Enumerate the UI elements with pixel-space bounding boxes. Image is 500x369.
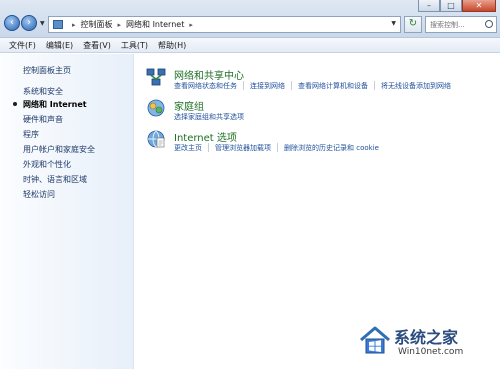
task-row-internet-options: 更改主页 管理浏览器加载项 删除浏览的历史记录和 cookie bbox=[174, 143, 379, 153]
control-panel-icon bbox=[53, 20, 63, 29]
sidebar-item-user-accounts[interactable]: 用户帐户和家庭安全 bbox=[23, 144, 95, 155]
refresh-button[interactable]: ↻ bbox=[404, 16, 422, 33]
minimize-button[interactable]: – bbox=[418, 0, 440, 12]
menu-edit[interactable]: 编辑(E) bbox=[41, 38, 78, 52]
task-choose-homegroup-options[interactable]: 选择家庭组和共享选项 bbox=[174, 112, 244, 122]
search-icon[interactable] bbox=[485, 20, 493, 28]
watermark-title: 系统之家 bbox=[394, 328, 459, 347]
task-view-network-computers[interactable]: 查看网络计算机和设备 bbox=[298, 81, 368, 91]
sidebar-item-programs[interactable]: 程序 bbox=[23, 129, 39, 140]
breadcrumb-separator-icon[interactable]: ▸ bbox=[118, 21, 122, 29]
menu-bar: 文件(F) 编辑(E) 查看(V) 工具(T) 帮助(H) bbox=[0, 38, 500, 53]
task-row-homegroup: 选择家庭组和共享选项 bbox=[174, 112, 244, 122]
task-manage-browser-addons[interactable]: 管理浏览器加载项 bbox=[215, 143, 271, 153]
task-divider bbox=[277, 143, 278, 152]
search-box[interactable] bbox=[425, 16, 497, 33]
category-title-internet-options[interactable]: Internet 选项 bbox=[174, 129, 237, 144]
search-input[interactable] bbox=[430, 20, 486, 29]
sidebar-item-clock-language[interactable]: 时钟、语言和区域 bbox=[23, 174, 87, 185]
sidebar-item-control-panel-home[interactable]: 控制面板主页 bbox=[23, 65, 71, 76]
category-title-homegroup[interactable]: 家庭组 bbox=[174, 98, 204, 113]
internet-options-icon[interactable] bbox=[146, 129, 166, 149]
address-dropdown-icon[interactable]: ▼ bbox=[391, 20, 396, 27]
task-connect-to-network[interactable]: 连接到网络 bbox=[250, 81, 285, 91]
task-add-wireless-device[interactable]: 将无线设备添加到网络 bbox=[381, 81, 451, 91]
navigation-row: ‹ › ▼ ▸ 控制面板 ▸ 网络和 Internet ▸ ▼ ↻ bbox=[0, 14, 500, 36]
title-bar: – □ ✕ ‹ › ▼ ▸ 控制面板 ▸ 网络和 Internet ▸ ▼ ↻ bbox=[0, 0, 500, 38]
task-view-network-status[interactable]: 查看网络状态和任务 bbox=[174, 81, 237, 91]
sidebar-item-network-internet: 网络和 Internet bbox=[23, 100, 87, 109]
category-title-network-sharing-center[interactable]: 网络和共享中心 bbox=[174, 67, 244, 82]
sidebar-item-hardware-sound[interactable]: 硬件和声音 bbox=[23, 114, 63, 125]
breadcrumb-control-panel[interactable]: 控制面板 bbox=[81, 19, 113, 30]
watermark-site: Win10net.com bbox=[398, 347, 464, 357]
site-watermark: 系统之家 Win10net.com bbox=[358, 321, 494, 365]
sidebar-item-ease-of-access[interactable]: 轻松访问 bbox=[23, 189, 55, 200]
breadcrumb-separator-icon[interactable]: ▸ bbox=[189, 21, 193, 29]
task-divider bbox=[291, 81, 292, 90]
task-change-homepage[interactable]: 更改主页 bbox=[174, 143, 202, 153]
address-bar[interactable]: ▸ 控制面板 ▸ 网络和 Internet ▸ ▼ bbox=[48, 16, 401, 33]
close-button[interactable]: ✕ bbox=[462, 0, 496, 12]
back-button[interactable]: ‹ bbox=[4, 15, 20, 31]
sidebar-item-system-security[interactable]: 系统和安全 bbox=[23, 86, 63, 97]
forward-button[interactable]: › bbox=[21, 15, 37, 31]
breadcrumb-separator-icon[interactable]: ▸ bbox=[72, 21, 76, 29]
house-logo-icon bbox=[360, 326, 390, 354]
task-row-network-sharing-center: 查看网络状态和任务 连接到网络 查看网络计算机和设备 将无线设备添加到网络 bbox=[174, 81, 451, 91]
current-page-bullet-icon bbox=[13, 102, 17, 106]
control-panel-window: – □ ✕ ‹ › ▼ ▸ 控制面板 ▸ 网络和 Internet ▸ ▼ ↻ bbox=[0, 0, 500, 369]
breadcrumb-network-internet[interactable]: 网络和 Internet bbox=[126, 19, 184, 30]
network-sharing-center-icon[interactable] bbox=[146, 67, 166, 87]
menu-file[interactable]: 文件(F) bbox=[0, 38, 41, 52]
task-delete-browsing-history[interactable]: 删除浏览的历史记录和 cookie bbox=[284, 143, 379, 153]
caption-buttons: – □ ✕ bbox=[418, 0, 496, 12]
task-divider bbox=[374, 81, 375, 90]
recent-pages-dropdown-icon[interactable]: ▼ bbox=[40, 20, 45, 27]
menu-help[interactable]: 帮助(H) bbox=[153, 38, 191, 52]
sidebar: 控制面板主页 系统和安全 网络和 Internet 硬件和声音 程序 用户帐户和… bbox=[0, 54, 134, 369]
menu-tools[interactable]: 工具(T) bbox=[116, 38, 153, 52]
maximize-button[interactable]: □ bbox=[440, 0, 462, 12]
menu-view[interactable]: 查看(V) bbox=[78, 38, 116, 52]
homegroup-icon[interactable] bbox=[146, 98, 166, 118]
task-divider bbox=[208, 143, 209, 152]
task-divider bbox=[243, 81, 244, 90]
sidebar-item-appearance[interactable]: 外观和个性化 bbox=[23, 159, 71, 170]
